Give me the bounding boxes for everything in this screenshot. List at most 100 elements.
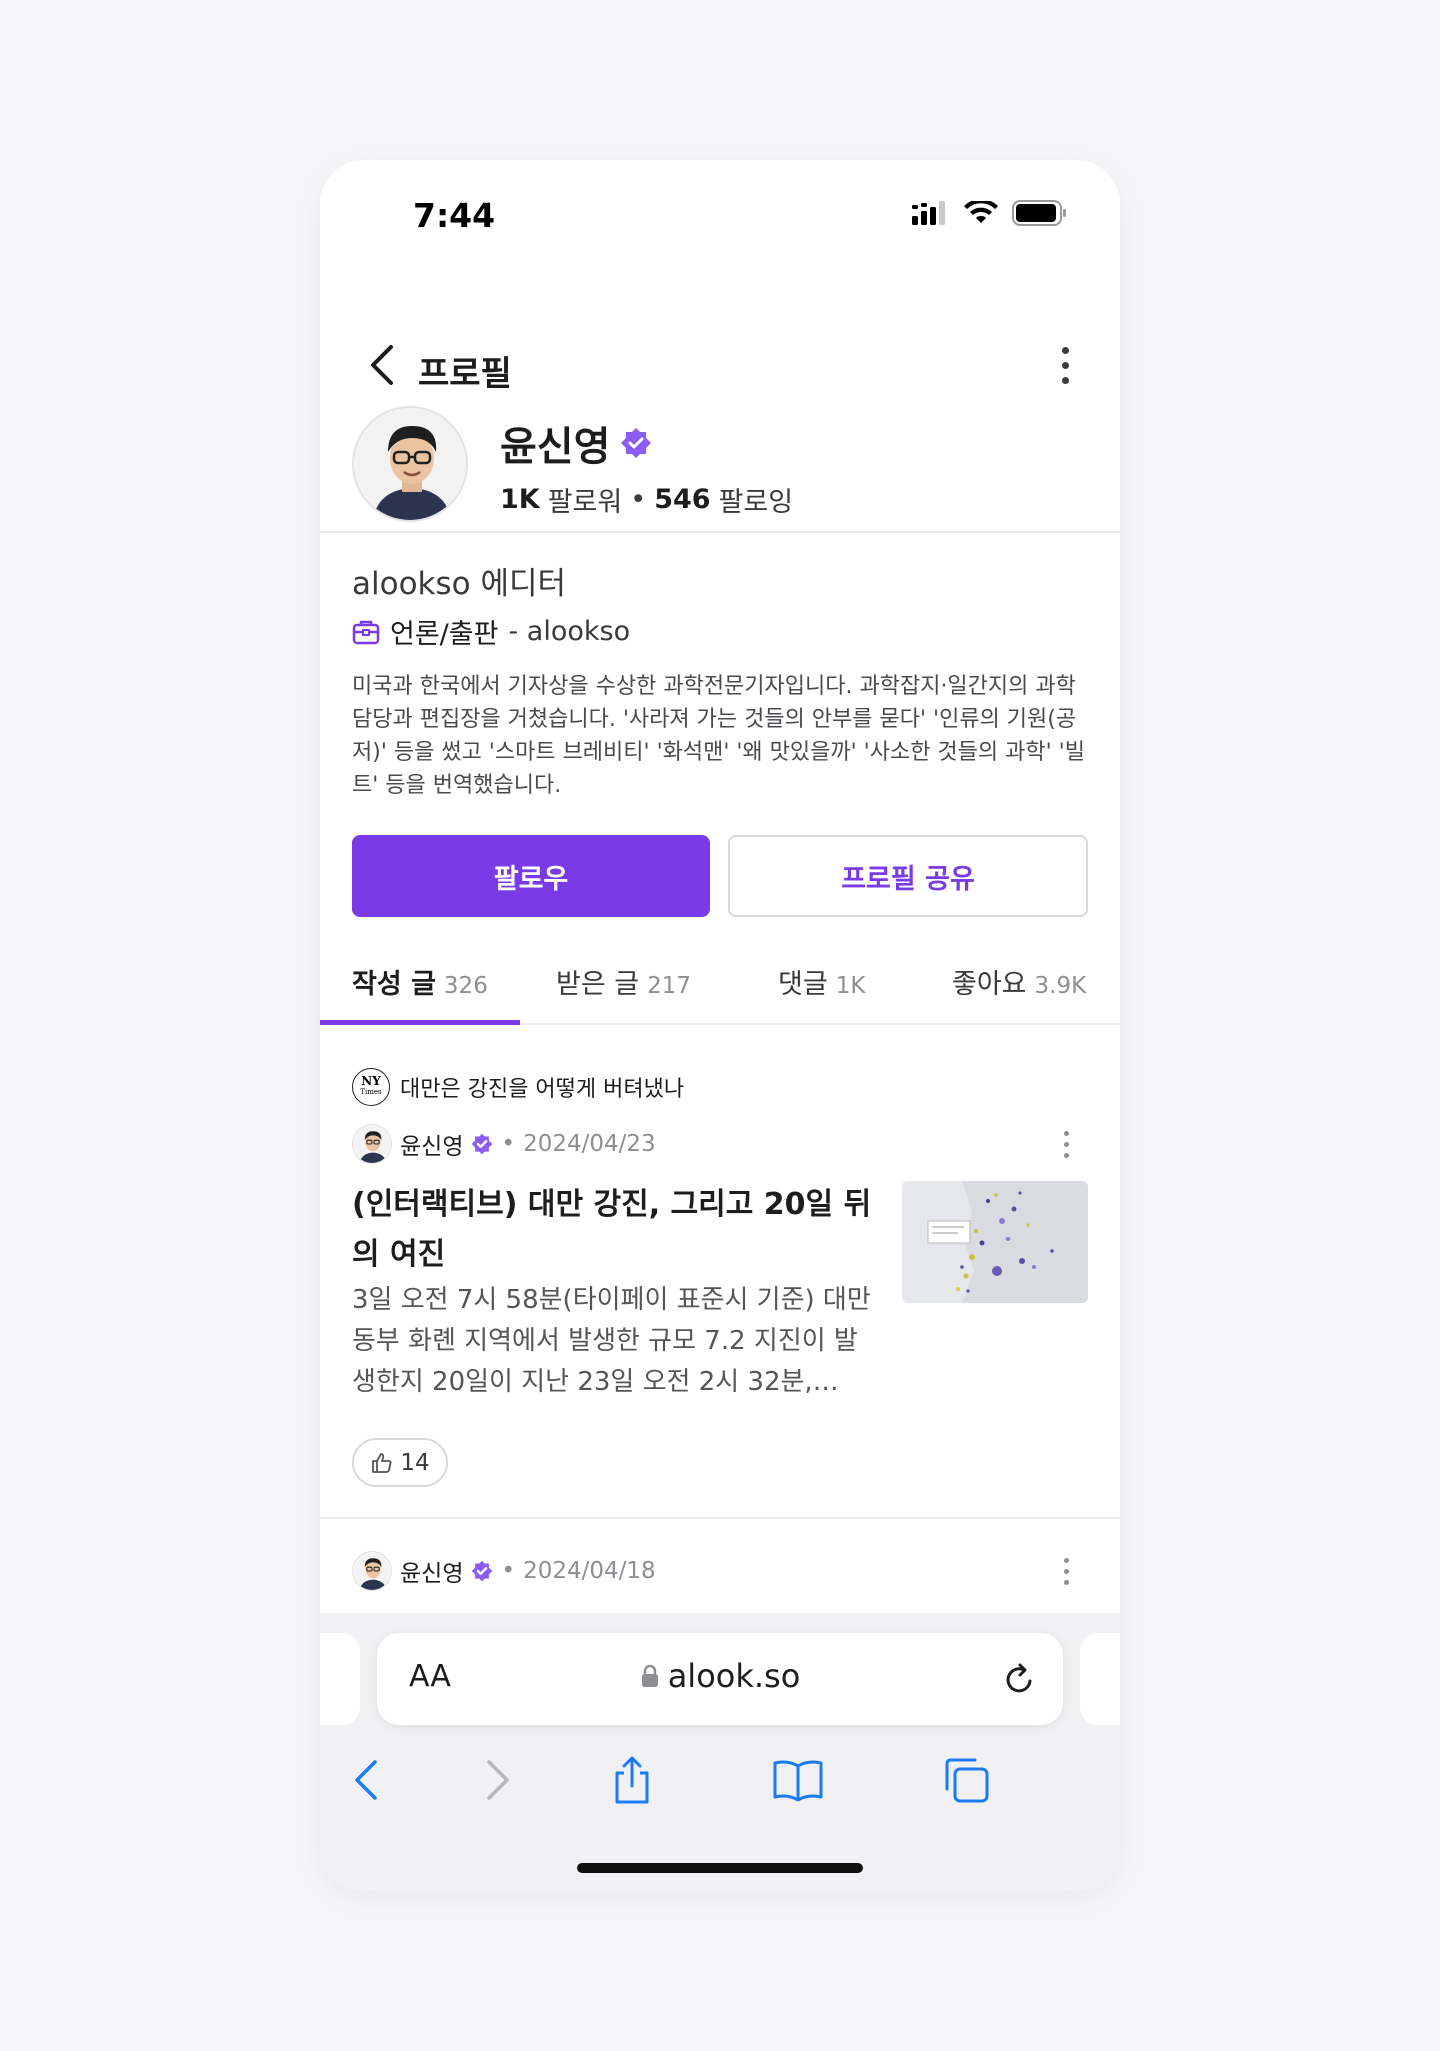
status-bar: 7:44 <box>320 160 1120 270</box>
profile-role: alookso 에디터 <box>352 566 567 602</box>
battery-icon <box>1012 200 1066 226</box>
follow-stats: 1K 팔로워 • 546 팔로잉 <box>500 480 793 519</box>
briefcase-icon <box>352 620 380 644</box>
more-dot <box>1063 1579 1069 1585</box>
post-thumbnail[interactable] <box>902 1181 1088 1303</box>
bookmarks-button[interactable] <box>768 1750 828 1810</box>
tab-count: 1K <box>835 973 866 999</box>
avatar-portrait-icon <box>353 1552 391 1590</box>
avatar-portrait-icon <box>354 408 466 520</box>
profile-name-row: 윤신영 <box>500 414 652 472</box>
more-dot <box>1063 1557 1069 1563</box>
profile-avatar <box>352 406 468 522</box>
author-name: 윤신영 <box>400 1134 464 1160</box>
post-more-button[interactable] <box>1056 1124 1076 1164</box>
chevron-left-icon <box>355 1760 377 1800</box>
like-count: 14 <box>400 1449 430 1476</box>
url-display[interactable]: alook.so <box>377 1657 1063 1695</box>
verified-badge-icon <box>621 428 652 458</box>
tab-received-posts[interactable]: 받은 글 217 <box>556 962 691 1001</box>
profile-tabs: 작성 글 326 받은 글 217 댓글 1K 좋아요 3.9K <box>320 950 1120 1025</box>
thumbs-up-icon <box>372 1452 392 1473</box>
next-tab-preview[interactable] <box>1080 1633 1120 1725</box>
reload-icon <box>1006 1663 1032 1693</box>
lock-icon <box>641 1664 658 1687</box>
more-options-button[interactable] <box>1050 340 1080 390</box>
nyt-logo-text: NY <box>361 1074 381 1088</box>
more-dot <box>1063 1141 1069 1147</box>
address-bar[interactable]: AA alook.so <box>377 1633 1063 1725</box>
author-avatar <box>352 1551 392 1591</box>
date-separator: • <box>501 1131 516 1157</box>
more-dot <box>1061 346 1069 354</box>
previous-tab-preview[interactable] <box>320 1633 360 1725</box>
source-title: 대만은 강진을 어떻게 버텨냈나 <box>400 1077 685 1102</box>
author-name: 윤신영 <box>400 1561 464 1587</box>
avatar-portrait-icon <box>353 1125 391 1163</box>
tab-likes[interactable]: 좋아요 3.9K <box>952 962 1086 1001</box>
reload-button[interactable] <box>999 1659 1039 1699</box>
tab-comments[interactable]: 댓글 1K <box>778 962 865 1001</box>
cellular-signal-icon <box>912 201 945 225</box>
nyt-logo-icon: NY Times <box>352 1068 390 1106</box>
more-dot <box>1061 376 1069 384</box>
profile-organization: 언론/출판 - alookso <box>352 612 630 651</box>
tab-written-posts[interactable]: 작성 글 326 <box>352 962 488 1001</box>
like-button[interactable]: 14 <box>352 1438 448 1487</box>
verified-badge-icon <box>472 1133 493 1155</box>
following-label[interactable]: 팔로잉 <box>719 480 794 519</box>
chevron-left-icon <box>371 345 393 385</box>
stats-separator: • <box>630 484 647 515</box>
browser-forward-button[interactable] <box>468 1750 528 1810</box>
wifi-icon <box>964 201 998 223</box>
tab-label: 작성 글 <box>352 969 436 1000</box>
following-count[interactable]: 546 <box>654 484 710 515</box>
tab-count: 3.9K <box>1034 973 1087 999</box>
date-separator: • <box>501 1558 516 1584</box>
page-title: 프로필 <box>418 354 512 394</box>
phone-frame: 7:44 프로필 윤신영 1K 팔로워 • 546 팔로잉 alookso 에디… <box>320 160 1120 1891</box>
tab-label: 받은 글 <box>556 969 640 1000</box>
more-dot <box>1063 1130 1069 1136</box>
followers-label[interactable]: 팔로워 <box>548 480 623 519</box>
share-icon <box>615 1756 649 1804</box>
nyt-logo-subtext: Times <box>360 1088 382 1096</box>
post-separator <box>320 1517 1120 1519</box>
browser-back-button[interactable] <box>336 1750 396 1810</box>
post-excerpt[interactable]: 3일 오전 7시 58분(타이페이 표준시 기준) 대만 동부 화롄 지역에서 … <box>352 1280 877 1403</box>
more-dot <box>1061 361 1069 369</box>
tabs-button[interactable] <box>936 1750 996 1810</box>
share-profile-button[interactable]: 프로필 공유 <box>728 835 1088 917</box>
chevron-right-icon <box>487 1760 509 1800</box>
profile-bio: 미국과 한국에서 기자상을 수상한 과학전문기자입니다. 과학잡지·일간지의 과… <box>352 674 1085 798</box>
follow-button[interactable]: 팔로우 <box>352 835 710 917</box>
status-time: 7:44 <box>413 196 496 235</box>
post-more-button[interactable] <box>1056 1551 1076 1591</box>
author-avatar <box>352 1124 392 1164</box>
org-name: - alookso <box>508 616 631 647</box>
post-source[interactable]: NY Times 대만은 강진을 어떻게 버텨냈나 <box>352 1068 684 1106</box>
status-icons <box>912 200 1068 226</box>
share-button[interactable] <box>602 1750 662 1810</box>
home-indicator <box>577 1863 863 1873</box>
post-date: 2024/04/18 <box>523 1558 656 1584</box>
tab-count: 326 <box>443 973 488 999</box>
more-dot <box>1063 1568 1069 1574</box>
back-button[interactable] <box>362 340 402 390</box>
org-category: 언론/출판 <box>390 619 499 650</box>
post-date: 2024/04/23 <box>523 1131 656 1157</box>
tab-count: 217 <box>647 973 692 999</box>
active-tab-indicator <box>320 1020 520 1025</box>
profile-name: 윤신영 <box>500 424 611 470</box>
tabs-icon <box>945 1758 989 1803</box>
post-title[interactable]: (인터랙티브) 대만 강진, 그리고 20일 뒤의 여진 <box>352 1180 872 1280</box>
followers-count[interactable]: 1K <box>500 484 540 515</box>
post-author[interactable]: 윤신영 • 2024/04/18 <box>352 1551 656 1591</box>
earthquake-map-image <box>902 1181 1088 1303</box>
more-dot <box>1063 1152 1069 1158</box>
post-author[interactable]: 윤신영 • 2024/04/23 <box>352 1124 656 1164</box>
tab-label: 좋아요 <box>952 969 1027 1000</box>
url-text: alook.so <box>667 1657 801 1695</box>
tab-label: 댓글 <box>778 969 828 1000</box>
verified-badge-icon <box>472 1560 493 1582</box>
